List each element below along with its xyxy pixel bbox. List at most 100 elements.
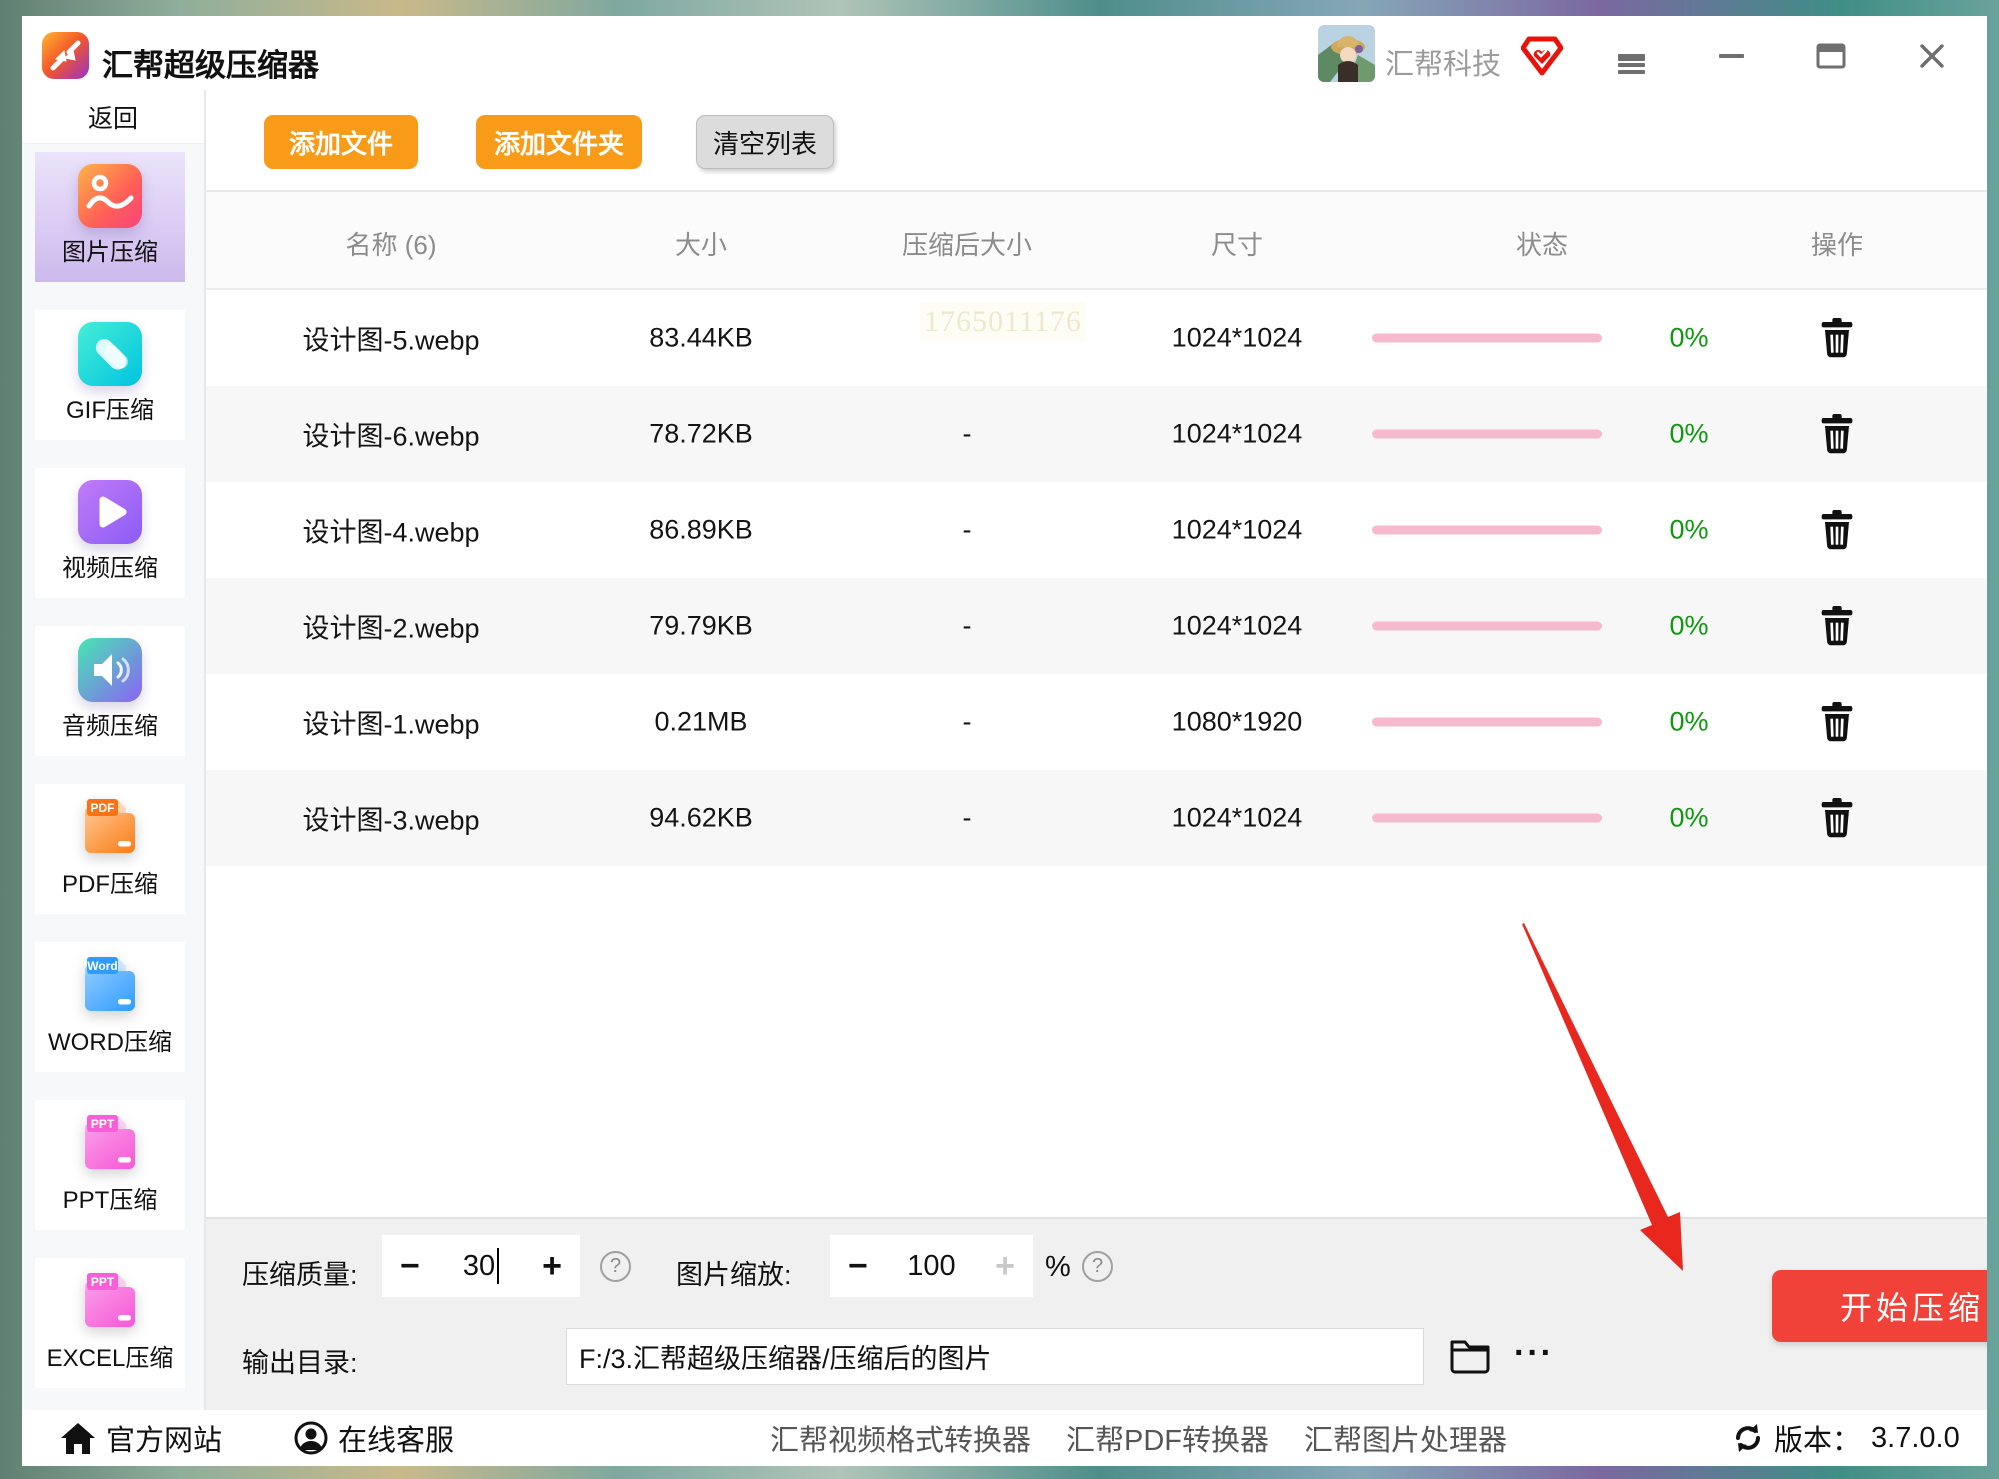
file-size: 79.79KB (649, 611, 753, 642)
output-dir-label: 输出目录: (242, 1341, 358, 1380)
watermark: 1765011176 (920, 302, 1086, 342)
scale-stepper: − 100 + (830, 1235, 1033, 1297)
progress-bar (1372, 718, 1602, 727)
file-dimensions: 1024*1024 (1172, 515, 1303, 546)
scale-plus-button[interactable]: + (995, 1249, 1015, 1283)
sidebar-item-label: PDF压缩 (35, 864, 185, 899)
sidebar-item-label: EXCEL压缩 (35, 1338, 185, 1373)
file-dimensions: 1024*1024 (1172, 323, 1303, 354)
ppt-folder-icon: PPT (78, 1112, 142, 1176)
sidebar: 返回 图片压缩 GIF压缩视频压缩音频压缩 PDF PDF压缩 Word WORD… (22, 90, 206, 1410)
table-header: 名称 (6) 大小 压缩后大小 尺寸 状态 操作 (206, 192, 1987, 290)
file-table: 名称 (6) 大小 压缩后大小 尺寸 状态 操作 设计图-5.webp 83.4… (206, 190, 1987, 1291)
quality-plus-button[interactable]: + (542, 1249, 562, 1283)
file-name: 设计图-5.webp (302, 319, 479, 358)
file-size: 94.62KB (649, 803, 753, 834)
add-folder-button[interactable]: 添加文件夹 (476, 115, 642, 169)
pdf-converter-link[interactable]: 汇帮PDF转换器 (1066, 1417, 1269, 1459)
audio-icon (78, 638, 142, 702)
progress-bar (1372, 430, 1602, 439)
account-name[interactable]: 汇帮科技 (1385, 41, 1501, 83)
delete-row-button[interactable] (1819, 606, 1855, 646)
file-name: 设计图-3.webp (302, 799, 479, 838)
clear-list-button[interactable]: 清空列表 (696, 115, 834, 169)
progress-percent: 0% (1669, 611, 1708, 642)
sidebar-item-video[interactable]: 视频压缩 (35, 468, 185, 598)
svg-text:PPT: PPT (91, 1117, 115, 1131)
browse-folder-icon[interactable] (1446, 1331, 1494, 1379)
sidebar-item-word[interactable]: Word WORD压缩 (35, 942, 185, 1072)
footer: 官方网站 在线客服 汇帮视频格式转换器 汇帮PDF转换器 汇帮图片处理器 版本：… (22, 1410, 1987, 1466)
file-name: 设计图-2.webp (302, 607, 479, 646)
menu-button[interactable] (1605, 36, 1657, 76)
sidebar-item-label: 图片压缩 (35, 232, 185, 267)
compressed-size: - (963, 611, 972, 642)
sidebar-item-image[interactable]: 图片压缩 (35, 152, 185, 282)
column-compressed: 压缩后大小 (902, 225, 1032, 262)
file-size: 0.21MB (654, 707, 747, 738)
delete-row-button[interactable] (1819, 702, 1855, 742)
compressed-size: - (963, 803, 972, 834)
progress-percent: 0% (1669, 803, 1708, 834)
sidebar-item-label: WORD压缩 (35, 1022, 185, 1057)
more-options-button[interactable]: ··· (1506, 1327, 1562, 1379)
file-size: 86.89KB (649, 515, 753, 546)
quality-value[interactable]: 30 (463, 1248, 499, 1284)
start-compress-button[interactable]: 开始压缩 (1772, 1270, 1987, 1342)
sidebar-item-ppt[interactable]: PPT PPT压缩 (35, 1100, 185, 1230)
official-site-link[interactable]: 官方网站 (60, 1417, 222, 1459)
scale-label: 图片缩放: (676, 1253, 792, 1292)
close-button[interactable] (1906, 36, 1958, 76)
main-content: 添加文件 添加文件夹 清空列表 名称 (6) 大小 压缩后大小 尺寸 状态 操作… (206, 90, 1987, 1410)
app-title: 汇帮超级压缩器 (102, 40, 319, 85)
sidebar-item-pdf[interactable]: PDF PDF压缩 (35, 784, 185, 914)
file-name: 设计图-1.webp (302, 703, 479, 742)
file-name: 设计图-6.webp (302, 415, 479, 454)
sidebar-item-gif[interactable]: GIF压缩 (35, 310, 185, 440)
user-avatar[interactable] (1318, 25, 1375, 82)
progress-bar (1372, 622, 1602, 631)
delete-row-button[interactable] (1819, 414, 1855, 454)
sidebar-item-label: GIF压缩 (35, 390, 185, 425)
sidebar-item-excel[interactable]: PPT EXCEL压缩 (35, 1258, 185, 1388)
file-name: 设计图-4.webp (302, 511, 479, 550)
file-size: 83.44KB (649, 323, 753, 354)
table-row: 设计图-2.webp 79.79KB - 1024*1024 0% (206, 578, 1987, 674)
scale-help-icon[interactable]: ? (1082, 1251, 1113, 1282)
minimize-button[interactable] (1705, 36, 1757, 76)
column-actions: 操作 (1811, 225, 1863, 262)
compressed-size: - (963, 419, 972, 450)
app-logo-icon (42, 32, 89, 79)
svg-text:PPT: PPT (91, 1275, 115, 1289)
progress-percent: 0% (1669, 707, 1708, 738)
file-dimensions: 1080*1920 (1172, 707, 1303, 738)
compressed-size: - (963, 707, 972, 738)
file-dimensions: 1024*1024 (1172, 611, 1303, 642)
delete-row-button[interactable] (1819, 510, 1855, 550)
sidebar-item-audio[interactable]: 音频压缩 (35, 626, 185, 756)
progress-bar (1372, 334, 1602, 343)
table-row: 设计图-4.webp 86.89KB - 1024*1024 0% (206, 482, 1987, 578)
image-processor-link[interactable]: 汇帮图片处理器 (1304, 1417, 1507, 1459)
column-dimensions: 尺寸 (1211, 225, 1263, 262)
app-window: 汇帮超级压缩器 汇帮科技 (22, 16, 1987, 1466)
video-converter-link[interactable]: 汇帮视频格式转换器 (770, 1417, 1031, 1459)
scale-minus-button[interactable]: − (848, 1249, 868, 1283)
progress-bar (1372, 526, 1602, 535)
quality-help-icon[interactable]: ? (600, 1251, 631, 1282)
online-support-link[interactable]: 在线客服 (294, 1417, 454, 1459)
image-icon (78, 164, 142, 228)
scale-value[interactable]: 100 (907, 1250, 955, 1283)
output-path-input[interactable]: F:/3.汇帮超级压缩器/压缩后的图片 (566, 1328, 1424, 1385)
quality-minus-button[interactable]: − (400, 1249, 420, 1283)
column-name: 名称 (6) (345, 225, 436, 262)
add-file-button[interactable]: 添加文件 (264, 115, 418, 169)
maximize-button[interactable] (1805, 36, 1857, 76)
delete-row-button[interactable] (1819, 318, 1855, 358)
file-dimensions: 1024*1024 (1172, 803, 1303, 834)
vip-badge-icon[interactable] (1521, 36, 1563, 76)
delete-row-button[interactable] (1819, 798, 1855, 838)
table-row: 设计图-6.webp 78.72KB - 1024*1024 0% (206, 386, 1987, 482)
back-button[interactable]: 返回 (22, 90, 204, 144)
excel-folder-icon: PPT (78, 1270, 142, 1334)
